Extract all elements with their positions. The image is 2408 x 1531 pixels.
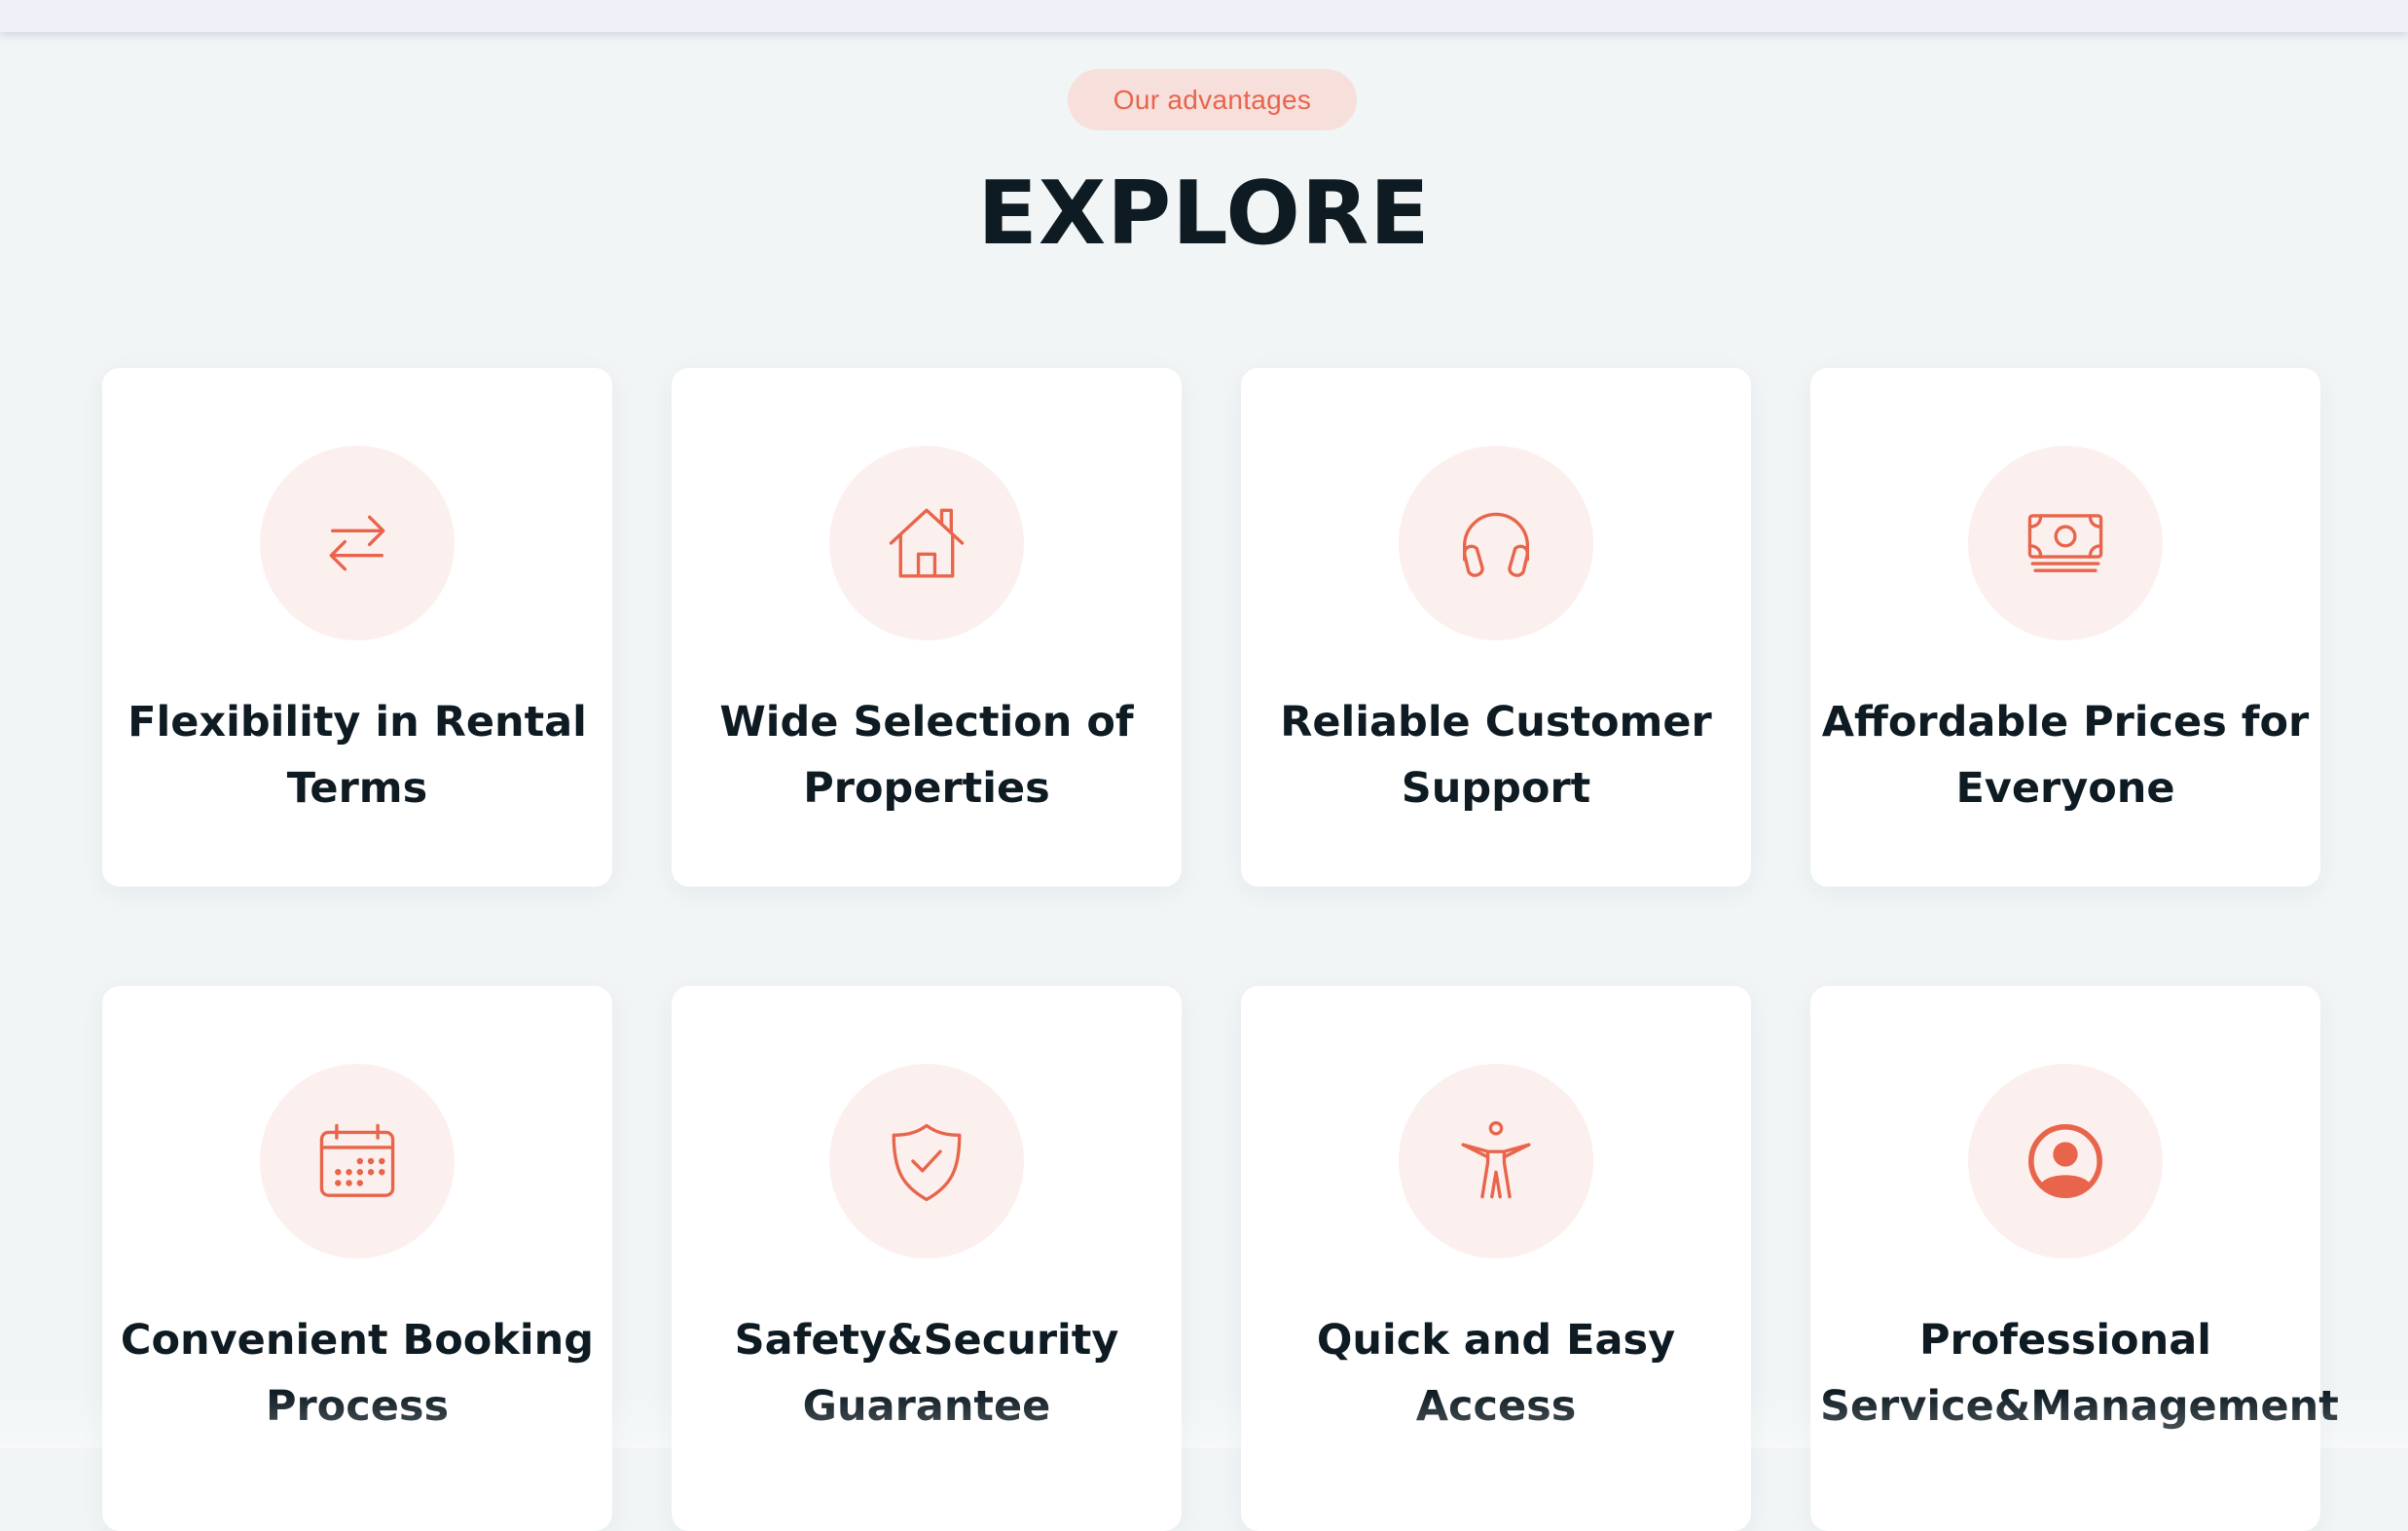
top-navigation-bar [0,0,2408,32]
headphones-icon [1462,512,1530,577]
advantage-card-support: Reliable Customer Support [1241,368,1751,887]
section-title: EXPLORE [977,163,1431,265]
section-badge: Our advantages [1068,69,1357,130]
icon-circle [1399,1064,1593,1258]
user-circle-icon [2028,1124,2102,1198]
card-title: Safety&Security Guarantee [734,1316,1119,1431]
icon-circle [1399,446,1593,640]
accessibility-icon [1461,1120,1531,1199]
advantage-card-professional: Professional Service&Management [1810,986,2339,1531]
card-title: Reliable Customer Support [1280,698,1712,813]
advantage-card-flexibility: Flexibility in Rental Terms [102,368,612,887]
icon-circle [1968,1064,2163,1258]
icon-circle [260,446,455,640]
banknote-icon [2027,514,2103,572]
advantage-card-safety: Safety&Security Guarantee [672,986,1182,1531]
card-title: Flexibility in Rental Terms [128,698,587,813]
arrows-exchange-icon [329,515,385,571]
card-title: Affordable Prices for Everyone [1821,698,2310,813]
calendar-icon [319,1123,395,1197]
house-icon [889,508,965,578]
icon-circle [260,1064,455,1258]
advantage-card-prices: Affordable Prices for Everyone [1810,368,2320,887]
icon-circle [1968,446,2163,640]
advantage-card-properties: Wide Selection of Properties [672,368,1182,887]
icon-circle [829,1064,1024,1258]
advantage-card-access: Quick and Easy Access [1241,986,1751,1531]
icon-circle [829,446,1024,640]
card-title: Quick and Easy Access [1316,1316,1676,1431]
card-title: Wide Selection of Properties [719,698,1134,813]
shield-check-icon [892,1123,962,1202]
card-title: Convenient Booking Process [120,1316,595,1431]
card-title: Professional Service&Management [1820,1316,2339,1431]
advantage-card-booking: Convenient Booking Process [102,986,612,1531]
